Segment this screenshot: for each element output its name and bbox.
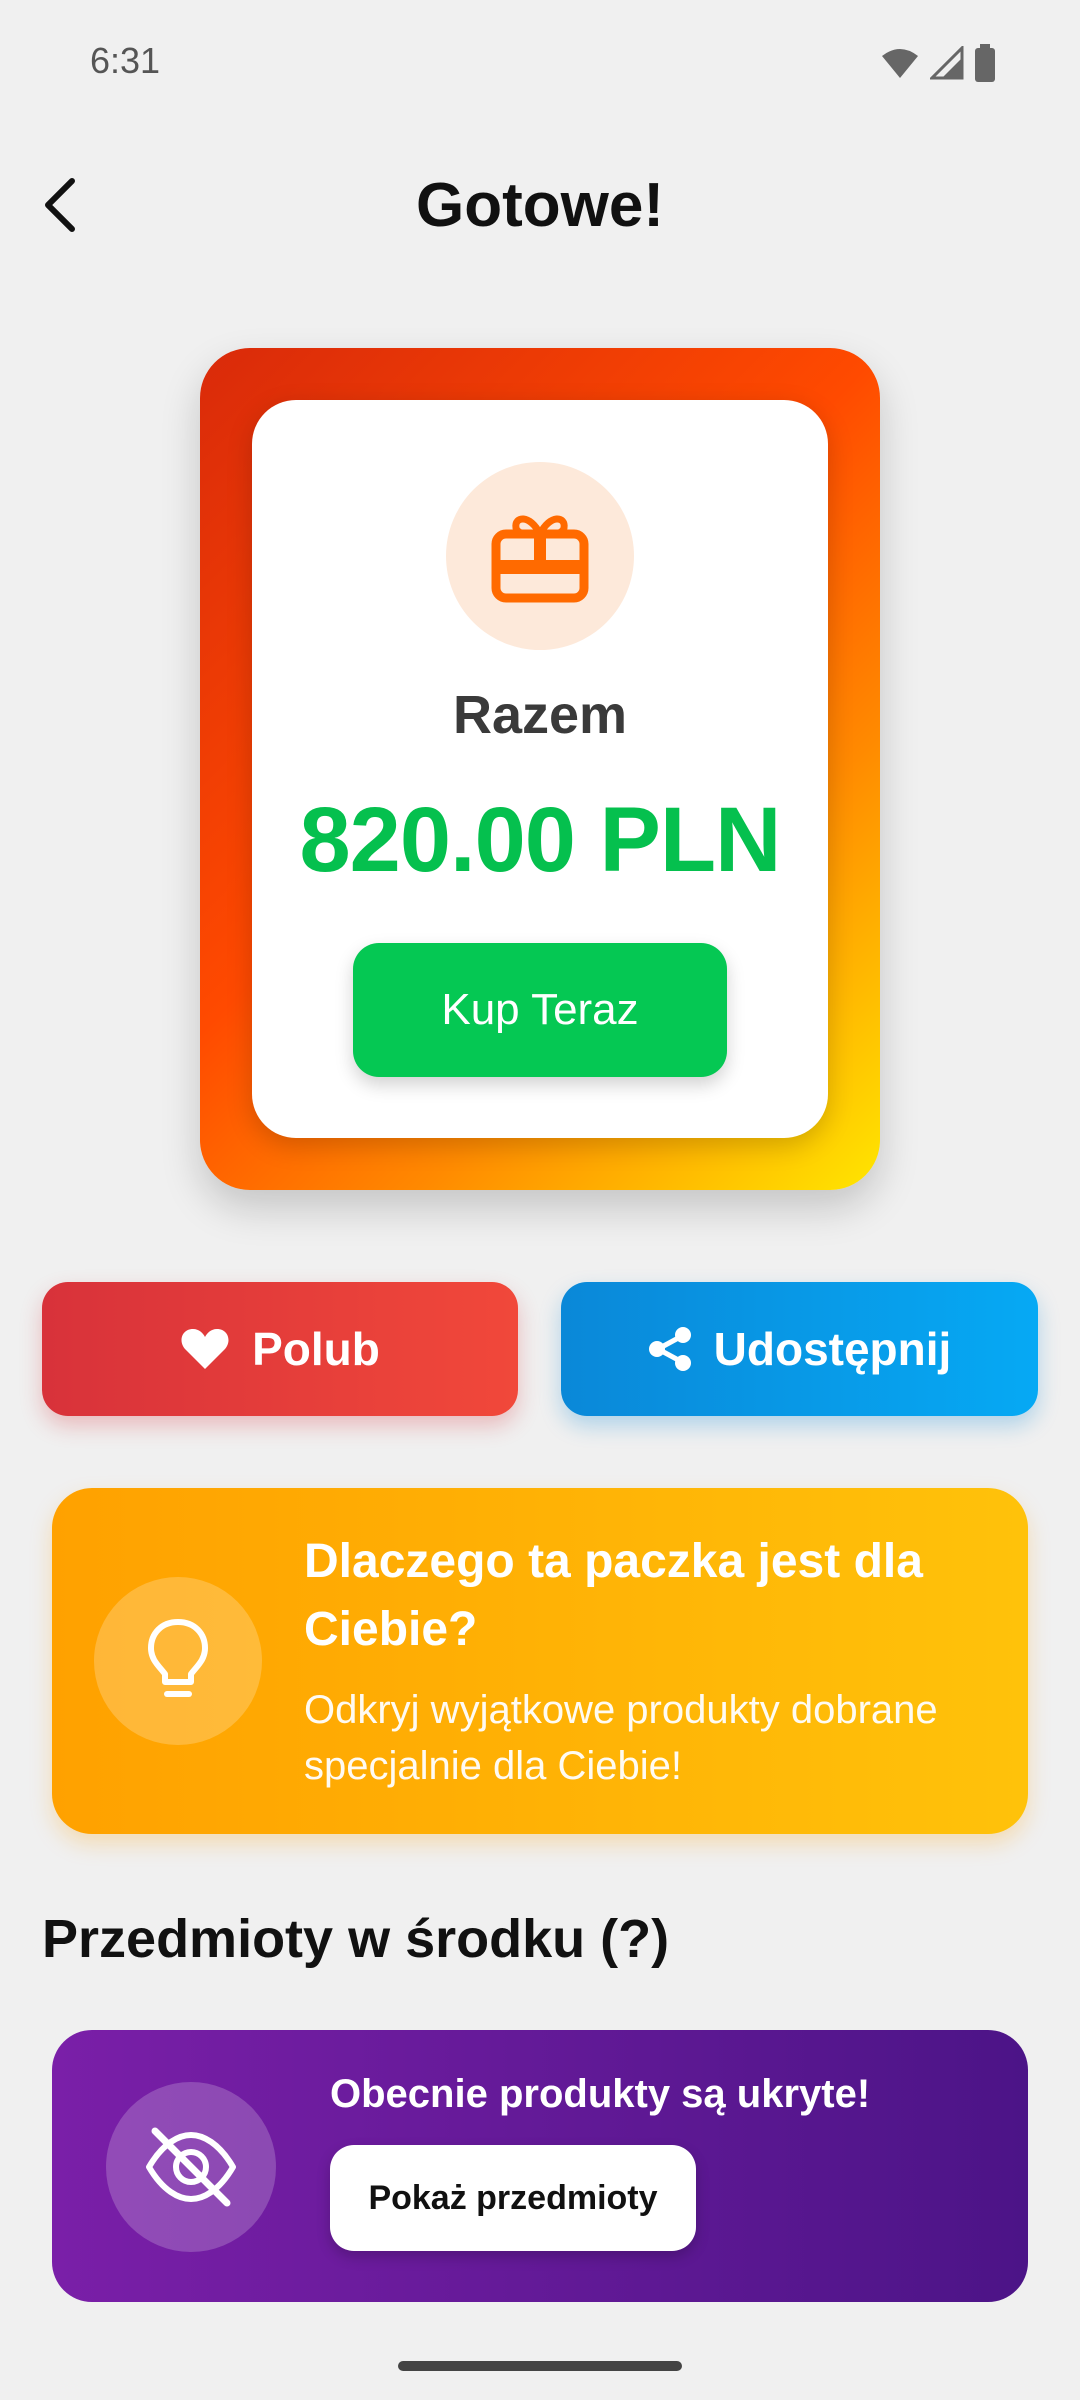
like-button[interactable]: Polub xyxy=(42,1282,518,1416)
why-title: Dlaczego ta paczka jest dla Ciebie? xyxy=(304,1535,923,1656)
share-button[interactable]: Udostępnij xyxy=(561,1282,1038,1416)
items-section-title: Przedmioty w środku (?) xyxy=(42,1909,670,1969)
status-time: 6:31 xyxy=(90,40,161,81)
eye-off-icon xyxy=(146,2127,236,2207)
heart-icon xyxy=(181,1329,229,1369)
lightbulb-icon xyxy=(148,1619,208,1697)
battery-icon xyxy=(975,44,995,82)
gift-icon xyxy=(491,515,589,603)
signal-icon xyxy=(930,46,964,80)
share-label: Udostępnij xyxy=(713,1323,952,1375)
buy-now-button[interactable]: Kup Teraz xyxy=(353,943,727,1077)
share-icon xyxy=(648,1327,691,1371)
page-title: Gotowe! xyxy=(416,171,664,240)
wifi-icon xyxy=(882,49,918,78)
why-subtitle: Odkryj wyjątkowe produkty dobrane specja… xyxy=(304,1688,938,1788)
total-price: 820.00 PLN xyxy=(299,789,782,891)
gift-badge xyxy=(446,462,634,650)
like-label: Polub xyxy=(252,1323,380,1375)
show-items-button[interactable]: Pokaż przedmioty xyxy=(330,2145,696,2251)
tip-badge xyxy=(94,1577,262,1745)
status-icons xyxy=(880,44,996,82)
hidden-items-message: Obecnie produkty są ukryte! xyxy=(330,2072,871,2116)
home-indicator[interactable] xyxy=(398,2361,682,2371)
total-label: Razem xyxy=(452,685,628,745)
hidden-badge xyxy=(106,2082,276,2252)
